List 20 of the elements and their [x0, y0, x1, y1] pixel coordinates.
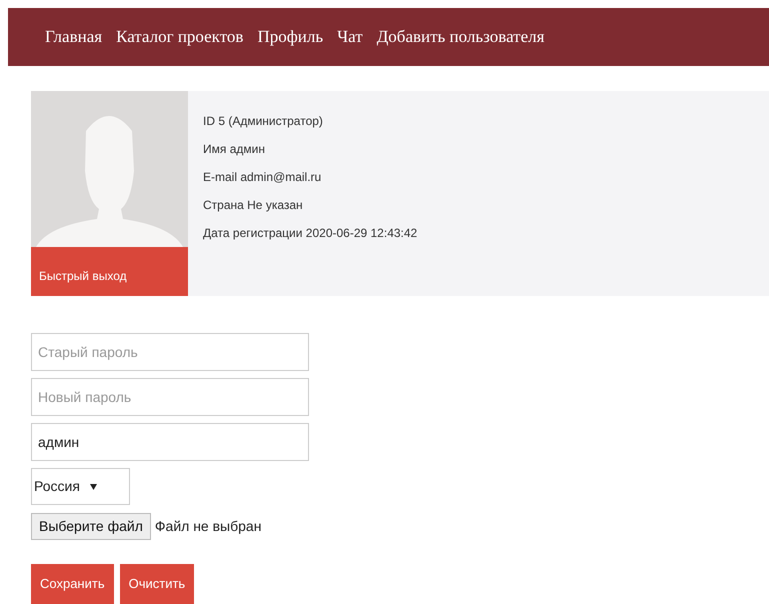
form-button[interactable]: Очистить: [120, 564, 194, 604]
file-status-text: Файл не выбран: [154, 517, 262, 536]
text-field[interactable]: Старый пароль: [31, 333, 309, 371]
caret-icon: [90, 484, 97, 490]
country-select[interactable]: Россия: [31, 468, 130, 505]
nav-link[interactable]: Профиль: [257, 24, 324, 50]
nav-link[interactable]: Главная: [45, 24, 102, 50]
profile-info-text: Дата регистрации 2020-06-29 12:43:42: [203, 225, 418, 242]
profile-info-text: ID 5 (Администратор): [203, 113, 324, 130]
text-field[interactable]: Новый пароль: [31, 378, 309, 416]
profile-info-text: Страна Не указан: [203, 197, 304, 214]
profile-info-text: Имя админ: [203, 141, 266, 158]
text-field[interactable]: админ: [31, 423, 309, 461]
nav-link[interactable]: Каталог проектов: [116, 24, 244, 50]
quick-exit-button[interactable]: Быстрый выход: [31, 247, 188, 296]
file-choose-button[interactable]: Выберите файл: [31, 513, 151, 540]
form-button[interactable]: Сохранить: [31, 564, 114, 604]
profile-info-text: E-mail admin@mail.ru: [203, 169, 322, 186]
nav-link[interactable]: Чат: [337, 24, 363, 50]
nav-link[interactable]: Добавить пользователя: [376, 24, 544, 50]
